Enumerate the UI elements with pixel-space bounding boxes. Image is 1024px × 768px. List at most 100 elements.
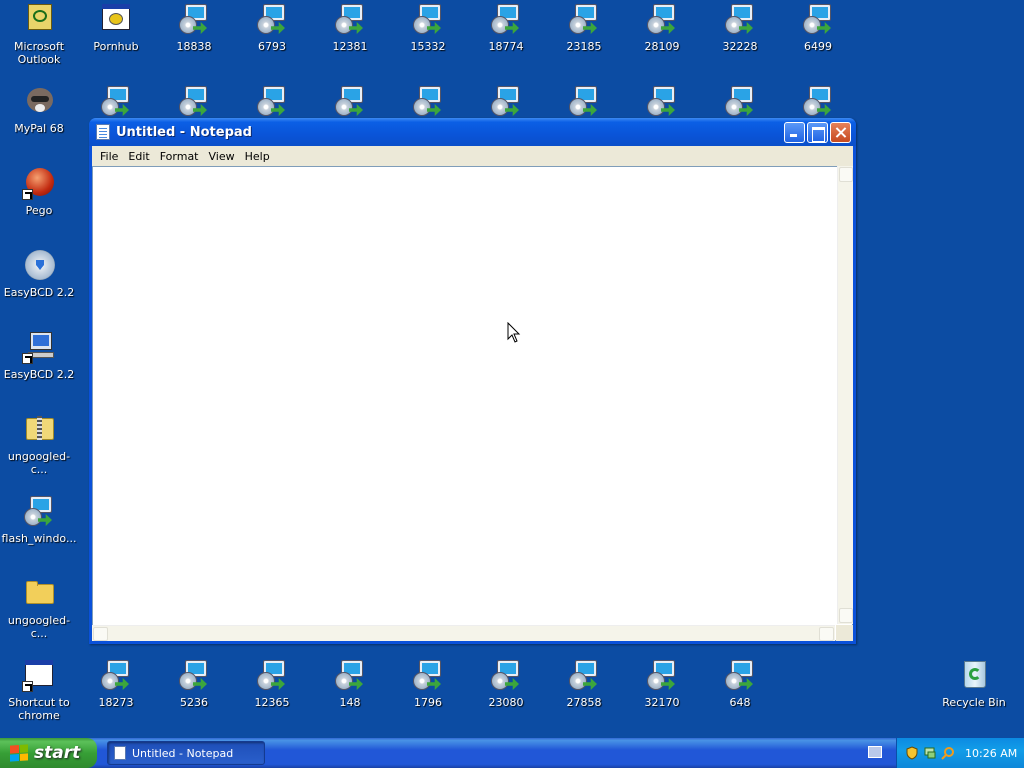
desktop-icon-installer[interactable]: 12365 <box>233 658 311 709</box>
installer-icon <box>567 658 601 692</box>
menu-bar: File Edit Format View Help <box>92 146 853 166</box>
desktop-icon-installer[interactable]: 1796 <box>389 658 467 709</box>
installer-icon <box>99 658 133 692</box>
installer-icon <box>489 658 523 692</box>
notepad-icon <box>96 124 110 140</box>
maximize-button[interactable] <box>807 121 828 143</box>
clock[interactable]: 10:26 AM <box>965 747 1017 760</box>
installer-icon <box>645 2 679 36</box>
desktop-icon-recycle-bin[interactable]: Recycle Bin <box>935 658 1013 709</box>
raccoon-icon <box>22 84 56 118</box>
installer-icon <box>333 658 367 692</box>
recycle-bin-icon <box>957 658 991 692</box>
zip-folder-icon <box>22 412 56 446</box>
installer-icon <box>177 2 211 36</box>
desktop-icon-mypal[interactable]: MyPal 68 <box>0 84 78 135</box>
desktop-icon-installer[interactable] <box>311 84 389 118</box>
installer-icon <box>411 2 445 36</box>
desktop-icon-installer[interactable] <box>545 84 623 118</box>
desktop-icon-installer[interactable] <box>77 84 155 118</box>
computer-icon <box>22 330 56 364</box>
installer-icon <box>333 2 367 36</box>
windows-logo-icon <box>10 744 28 762</box>
desktop-icon-installer[interactable] <box>155 84 233 118</box>
installer-icon <box>177 658 211 692</box>
menu-edit[interactable]: Edit <box>123 150 154 163</box>
installer-icon <box>333 84 367 118</box>
desktop-icon-installer[interactable]: 6793 <box>233 2 311 53</box>
taskbar: start Untitled - Notepad 10:26 AM <box>0 738 1024 768</box>
application-window-icon <box>22 658 56 692</box>
installer-icon <box>723 84 757 118</box>
window-title: Untitled - Notepad <box>116 124 252 140</box>
desktop-icon-installer[interactable]: 5236 <box>155 658 233 709</box>
desktop-icon-installer[interactable]: 23185 <box>545 2 623 53</box>
close-button[interactable] <box>830 121 851 143</box>
desktop-icon-zip-folder[interactable]: ungoogled-c... <box>0 412 78 476</box>
network-icon[interactable] <box>923 746 937 760</box>
notepad-icon <box>114 746 126 760</box>
installer-icon <box>723 2 757 36</box>
installer-icon <box>567 2 601 36</box>
desktop-icon-pego[interactable]: Pego <box>0 166 78 217</box>
title-bar[interactable]: Untitled - Notepad <box>89 118 856 146</box>
notepad-window[interactable]: Untitled - Notepad File Edit Format View… <box>89 118 856 644</box>
desktop-icon-installer[interactable] <box>623 84 701 118</box>
desktop-icon-installer[interactable]: 23080 <box>467 658 545 709</box>
installer-icon <box>255 658 289 692</box>
desktop-icon-installer[interactable] <box>701 84 779 118</box>
desktop-icon-installer[interactable] <box>467 84 545 118</box>
application-window-icon <box>99 2 133 36</box>
desktop-icon-installer[interactable]: 18774 <box>467 2 545 53</box>
system-tray: 10:26 AM <box>896 738 1024 768</box>
desktop-icon-easybcd[interactable]: EasyBCD 2.2 <box>0 248 78 299</box>
desktop-icon-installer[interactable]: 148 <box>311 658 389 709</box>
installer-icon <box>411 84 445 118</box>
desktop-icon-installer[interactable] <box>389 84 467 118</box>
menu-file[interactable]: File <box>95 150 123 163</box>
text-editor-area[interactable] <box>92 166 853 641</box>
desktop-icon-flash-installer[interactable]: flash_windo... <box>0 494 78 545</box>
installer-icon <box>177 84 211 118</box>
minimize-button[interactable] <box>784 121 805 143</box>
desktop-icon-installer[interactable] <box>779 84 857 118</box>
installer-icon <box>723 658 757 692</box>
desktop-icon-installer[interactable]: 32170 <box>623 658 701 709</box>
desktop-icon-installer[interactable]: 6499 <box>779 2 857 53</box>
desktop-icon-installer[interactable]: 18838 <box>155 2 233 53</box>
desktop-icon-folder[interactable]: ungoogled-c... <box>0 576 78 640</box>
installer-icon <box>99 84 133 118</box>
menu-format[interactable]: Format <box>155 150 204 163</box>
desktop-icon-installer[interactable]: 12381 <box>311 2 389 53</box>
installer-icon <box>801 2 835 36</box>
menu-view[interactable]: View <box>204 150 240 163</box>
search-icon[interactable] <box>941 746 955 760</box>
desktop-icon-pornhub[interactable]: Pornhub <box>77 2 155 53</box>
disc-icon <box>22 248 56 282</box>
desktop-icon-installer[interactable]: 32228 <box>701 2 779 53</box>
installer-icon <box>255 2 289 36</box>
red-ball-icon <box>22 166 56 200</box>
installer-icon <box>22 494 56 528</box>
installer-icon <box>489 84 523 118</box>
folder-icon <box>22 576 56 610</box>
security-shield-icon[interactable] <box>905 746 919 760</box>
desktop-icon-easybcd-shortcut[interactable]: EasyBCD 2.2 <box>0 330 78 381</box>
keyboard-icon[interactable] <box>868 746 882 758</box>
desktop-icon-installer[interactable]: 15332 <box>389 2 467 53</box>
outlook-icon <box>22 2 56 36</box>
desktop-icon-installer[interactable]: 28109 <box>623 2 701 53</box>
desktop-icon-outlook[interactable]: Microsoft Outlook <box>0 2 78 66</box>
desktop-icon-installer[interactable]: 27858 <box>545 658 623 709</box>
installer-icon <box>801 84 835 118</box>
desktop-icon-installer[interactable] <box>233 84 311 118</box>
menu-help[interactable]: Help <box>240 150 275 163</box>
start-button[interactable]: start <box>0 738 97 768</box>
mouse-cursor-icon <box>507 322 521 343</box>
desktop-icon-chrome-shortcut[interactable]: Shortcut to chrome <box>0 658 78 722</box>
desktop-icon-installer[interactable]: 18273 <box>77 658 155 709</box>
desktop-icon-installer[interactable]: 648 <box>701 658 779 709</box>
installer-icon <box>645 84 679 118</box>
installer-icon <box>255 84 289 118</box>
taskbar-item-notepad[interactable]: Untitled - Notepad <box>107 741 265 765</box>
